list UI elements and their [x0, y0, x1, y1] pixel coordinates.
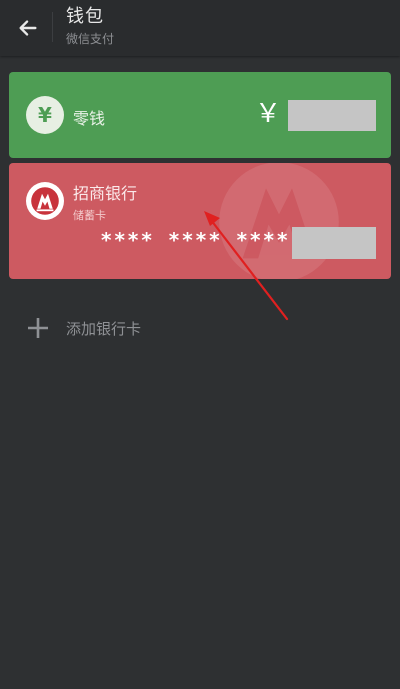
header-divider: [52, 12, 53, 42]
masked-card-number: **** **** ****: [101, 228, 291, 252]
title-block: 钱包 微信支付: [66, 6, 114, 48]
bank-name: 招商银行: [73, 184, 138, 203]
card-number-redaction: [292, 227, 376, 259]
add-bank-card-button[interactable]: 添加银行卡: [0, 306, 400, 350]
add-bank-card-label: 添加银行卡: [66, 320, 142, 338]
page-subtitle: 微信支付: [66, 32, 115, 46]
yuan-coin-icon: ¥: [26, 96, 64, 134]
change-balance-card[interactable]: ¥ 零钱 ￥: [9, 72, 391, 158]
back-button[interactable]: [8, 8, 48, 48]
bank-card-cmb[interactable]: 招商银行 储蓄卡 **** **** ****: [9, 163, 391, 279]
cmb-bank-logo-icon: [26, 182, 64, 220]
currency-symbol: ￥: [255, 99, 282, 129]
top-app-bar: 钱包 微信支付: [0, 0, 400, 56]
page-title: 钱包: [66, 6, 104, 27]
wallet-screen: 钱包 微信支付 ¥ 零钱 ￥ 招商银行 储蓄卡 **** **** **** 添…: [0, 0, 400, 689]
change-label: 零钱: [73, 109, 106, 128]
cmb-logo-glyph: [31, 187, 59, 215]
plus-icon: [28, 318, 48, 338]
balance-redaction: [288, 100, 376, 131]
bank-logo-watermark: [219, 163, 339, 279]
card-type: 储蓄卡: [73, 209, 106, 222]
arrow-left-icon: [19, 20, 37, 36]
